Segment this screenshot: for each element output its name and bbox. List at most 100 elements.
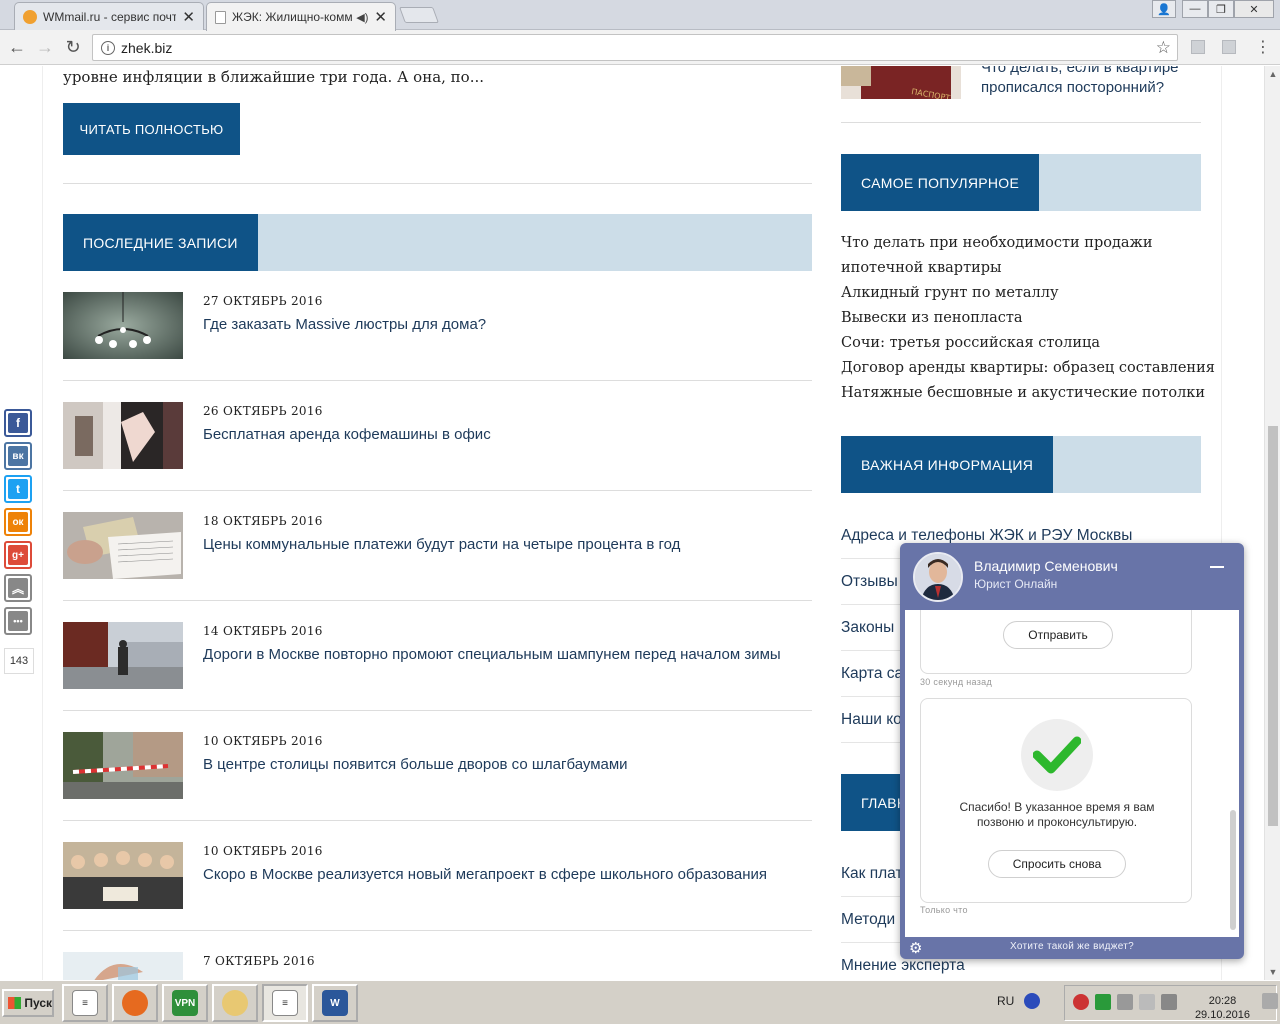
page-scrollbar[interactable]: ▲ ▼ [1264,66,1280,980]
ask-again-button[interactable]: Спросить снова [988,850,1126,878]
odnoklassniki-share-button[interactable]: ок [4,508,32,536]
taskbar-app-firefox[interactable] [112,984,158,1022]
back-icon[interactable]: ← [6,36,28,58]
post-thumbnail-coffee[interactable] [63,402,183,469]
odnoklassniki-icon: ок [8,512,28,532]
post-thumbnail-road-washing[interactable] [63,622,183,689]
show-desktop-icon[interactable] [1262,993,1278,1009]
read-more-button[interactable]: ЧИТАТЬ ПОЛНОСТЬЮ [63,103,240,155]
forward-icon[interactable]: → [34,36,56,58]
popular-link[interactable]: Алкидный грунт по металлу [841,281,1215,306]
extension-icon[interactable] [1222,40,1236,54]
start-button[interactable]: Пуск [2,989,54,1017]
divider [63,183,812,184]
post-thumbnail-water[interactable] [63,952,183,980]
taskbar-app-word[interactable]: W [312,984,358,1022]
taskbar-app-vpn[interactable]: VPN [162,984,208,1022]
scrollbar-thumb[interactable] [1268,426,1278,826]
minimize-window-button[interactable]: — [1182,0,1208,18]
taskbar-app-paint[interactable] [212,984,258,1022]
post-title-link[interactable]: Цены коммунальные платежи будут расти на… [203,536,680,553]
post-item[interactable]: 18 ОКТЯБРЬ 2016 Цены коммунальные платеж… [63,512,812,622]
divider [63,600,812,601]
sidebar-post-title-link[interactable]: Что делать, если в квартире прописался п… [981,66,1179,98]
tab-title: ЖЭК: Жилищно-комму [232,10,353,24]
tab-wmmail[interactable]: WMmail.ru - сервис почтов ✕ [14,2,204,30]
post-item[interactable]: 10 ОКТЯБРЬ 2016 Скоро в Москве реализует… [63,842,812,952]
post-item[interactable]: 7 ОКТЯБРЬ 2016 [63,952,812,980]
post-item[interactable]: 27 ОКТЯБРЬ 2016 Где заказать Massive люс… [63,292,812,402]
googleplus-share-button[interactable]: g+ [4,541,32,569]
post-thumbnail-school[interactable] [63,842,183,909]
reload-icon[interactable]: ↻ [62,36,84,58]
url-text[interactable]: zhek.biz [121,40,1156,56]
tab-zhek[interactable]: ЖЭК: Жилищно-комму ◀) ✕ [206,2,396,31]
network-icon[interactable] [1117,994,1133,1010]
post-thumbnail-barrier[interactable] [63,732,183,799]
minimize-chat-icon[interactable] [1210,566,1224,568]
browser-tab-bar: WMmail.ru - сервис почтов ✕ ЖЭК: Жилищно… [0,0,1280,31]
taskbar-app-notepad[interactable]: ≡ [62,984,108,1022]
post-title-link[interactable]: Где заказать Massive люстры для дома? [203,316,486,333]
taskbar-app-document[interactable]: ≡ [262,984,308,1022]
message-timestamp: Только что [920,905,968,915]
extension-icon[interactable] [1191,40,1205,54]
system-tray: 20:28 29.10.2016 [1064,985,1277,1021]
bookmark-star-icon[interactable]: ☆ [1156,38,1171,58]
volume-icon[interactable] [1161,994,1177,1010]
restore-window-button[interactable]: ❐ [1208,0,1234,18]
send-button[interactable]: Отправить [1003,621,1113,649]
more-share-button[interactable]: ••• [4,607,32,635]
language-indicator[interactable]: RU [997,994,1014,1008]
clock-time: 20:28 [1208,995,1237,1007]
facebook-share-button[interactable]: f [4,409,32,437]
new-tab-button[interactable] [399,7,439,23]
vk-share-button[interactable]: вк [4,442,32,470]
close-tab-icon[interactable]: ✕ [182,8,195,26]
post-item[interactable]: 26 ОКТЯБРЬ 2016 Бесплатная аренда кофема… [63,402,812,512]
post-item[interactable]: 14 ОКТЯБРЬ 2016 Дороги в Москве повторно… [63,622,812,732]
popular-link[interactable]: Вывески из пенопласта [841,306,1215,331]
recent-posts-title: ПОСЛЕДНИЕ ЗАПИСИ [63,214,258,271]
post-title-link[interactable]: Дороги в Москве повторно промоют специал… [203,646,781,663]
chat-scrollbar-thumb[interactable] [1230,810,1236,930]
widget-promo-link[interactable]: Хотите такой же виджет? [900,941,1244,952]
popular-link[interactable]: Натяжные бесшовные и акустические потолк… [841,381,1215,406]
post-date: 26 ОКТЯБРЬ 2016 [203,404,323,418]
scroll-up-arrow-icon[interactable]: ▲ [1265,66,1280,82]
twitter-share-button[interactable]: t [4,475,32,503]
scroll-down-arrow-icon[interactable]: ▼ [1265,964,1280,980]
devices-icon[interactable] [1139,994,1155,1010]
post-title-link[interactable]: Бесплатная аренда кофемашины в офис [203,426,491,443]
sidebar-post-title-line[interactable]: прописался посторонний? [981,78,1179,98]
post-thumbnail-chandelier[interactable] [63,292,183,359]
popular-link[interactable]: Договор аренды квартиры: образец составл… [841,356,1215,381]
profile-icon[interactable]: 👤 [1152,0,1176,18]
clock[interactable]: 20:28 29.10.2016 [1195,994,1250,1022]
facebook-icon: f [8,413,28,433]
popular-link[interactable]: Сочи: третья российская столица [841,331,1215,356]
post-thumbnail-bills[interactable] [63,512,183,579]
palette-icon [222,990,248,1016]
chat-messages[interactable]: Отправить 30 секунд назад Спасибо! В ука… [905,610,1239,937]
sidebar-post-title-line[interactable]: Что делать, если в квартире [981,66,1179,78]
popular-link[interactable]: Что делать при необходимости продажи [841,231,1215,256]
site-info-icon[interactable]: i [101,40,115,55]
post-title-link[interactable]: Скоро в Москве реализуется новый мегапро… [203,866,767,883]
scroll-top-button[interactable]: ︽ [4,574,32,602]
post-item[interactable]: 10 ОКТЯБРЬ 2016 В центре столицы появитс… [63,732,812,842]
help-icon[interactable] [1024,993,1040,1009]
popular-link[interactable]: ипотечной квартиры [841,256,1215,281]
important-info-header: ВАЖНАЯ ИНФОРМАЦИЯ [841,436,1201,493]
sidebar-post-thumbnail-passport[interactable]: ПАСПОРТ [841,66,961,99]
menu-icon[interactable]: ⋮ [1252,36,1274,58]
close-tab-icon[interactable]: ✕ [374,8,387,26]
chat-form-card: Отправить [920,610,1192,674]
shield-icon[interactable] [1095,994,1111,1010]
antivirus-icon[interactable] [1073,994,1089,1010]
audio-playing-icon[interactable]: ◀) [356,11,368,24]
address-bar[interactable]: i zhek.biz ☆ [92,34,1178,61]
close-window-button[interactable]: ✕ [1234,0,1274,18]
post-title-link[interactable]: В центре столицы появится больше дворов … [203,756,628,773]
windows-taskbar: Пуск ≡ VPN ≡ W RU 20:28 29.10.2016 [0,980,1280,1024]
